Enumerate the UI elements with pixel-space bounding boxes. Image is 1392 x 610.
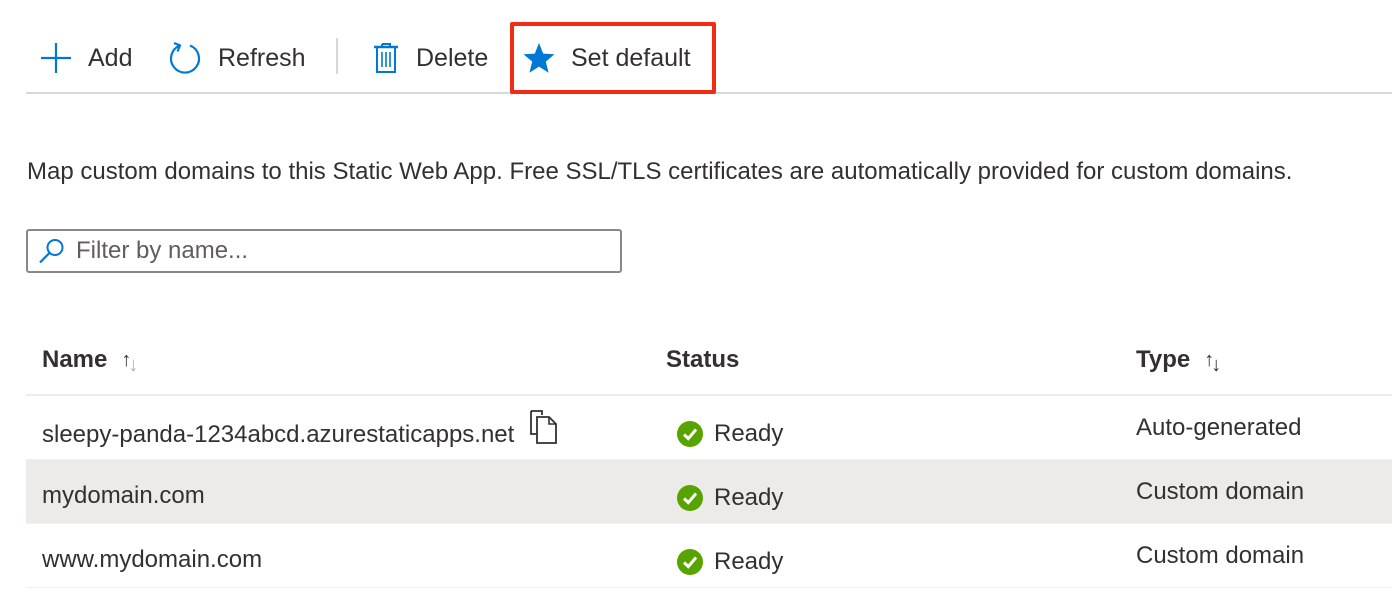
- type-cell: Custom domain: [1136, 478, 1305, 505]
- check-circle-icon: [676, 420, 704, 448]
- column-header-status: Status: [666, 346, 739, 374]
- status-cell: Ready: [676, 420, 783, 448]
- column-status-label: Status: [666, 346, 740, 373]
- toolbar-divider: [336, 38, 338, 74]
- add-button[interactable]: Add: [40, 36, 132, 80]
- refresh-button[interactable]: Refresh: [168, 36, 306, 80]
- page-description: Map custom domains to this Static Web Ap…: [27, 158, 1293, 185]
- custom-domains-page: Add Refresh Delete Set default Map custo…: [0, 0, 1392, 610]
- domain-name: sleepy-panda-1234abcd.azurestaticapps.ne…: [42, 421, 515, 448]
- domain-name-cell: www.mydomain.com: [42, 546, 262, 574]
- table-row[interactable]: mydomain.com Ready Custom domain: [26, 460, 1392, 524]
- table-row[interactable]: www.mydomain.com Ready Custom domain: [26, 524, 1392, 588]
- status-text: Ready: [714, 548, 784, 575]
- column-header-name[interactable]: Name ↑ ↓: [42, 346, 138, 376]
- check-circle-icon: [676, 548, 704, 576]
- domain-name: mydomain.com: [42, 482, 205, 509]
- table-header: Name ↑ ↓ Status Type ↑ ↓: [26, 330, 1392, 396]
- search-icon: [38, 237, 66, 265]
- status-text: Ready: [714, 420, 784, 447]
- refresh-icon: [168, 41, 202, 75]
- column-name-label: Name: [42, 346, 108, 373]
- domains-table: Name ↑ ↓ Status Type ↑ ↓ sleepy-panda-1234…: [26, 330, 1392, 588]
- status-cell: Ready: [676, 484, 783, 512]
- set-default-highlight: [510, 22, 716, 94]
- status-text: Ready: [714, 484, 784, 511]
- copy-icon[interactable]: [528, 410, 558, 444]
- sort-icon[interactable]: ↑ ↓: [1204, 349, 1221, 376]
- column-type-label: Type: [1136, 346, 1191, 373]
- sort-icon[interactable]: ↑ ↓: [121, 349, 138, 376]
- delete-label: Delete: [416, 43, 489, 72]
- delete-button[interactable]: Delete: [372, 36, 488, 80]
- add-label: Add: [88, 43, 133, 72]
- domain-name-cell: mydomain.com: [42, 482, 205, 510]
- trash-icon: [372, 41, 400, 75]
- domain-name: www.mydomain.com: [42, 546, 263, 573]
- command-bar: Add Refresh Delete Set default: [26, 22, 1392, 94]
- refresh-label: Refresh: [218, 43, 306, 72]
- status-cell: Ready: [676, 548, 783, 576]
- table-row[interactable]: sleepy-panda-1234abcd.azurestaticapps.ne…: [26, 396, 1392, 460]
- plus-icon: [40, 42, 72, 74]
- column-header-type[interactable]: Type ↑ ↓: [1136, 346, 1221, 376]
- domain-name-cell: sleepy-panda-1234abcd.azurestaticapps.ne…: [42, 410, 558, 452]
- filter-input[interactable]: [76, 237, 596, 265]
- check-circle-icon: [676, 484, 704, 512]
- type-cell: Auto-generated: [1136, 414, 1302, 441]
- filter-box[interactable]: [26, 229, 622, 273]
- type-cell: Custom domain: [1136, 542, 1305, 569]
